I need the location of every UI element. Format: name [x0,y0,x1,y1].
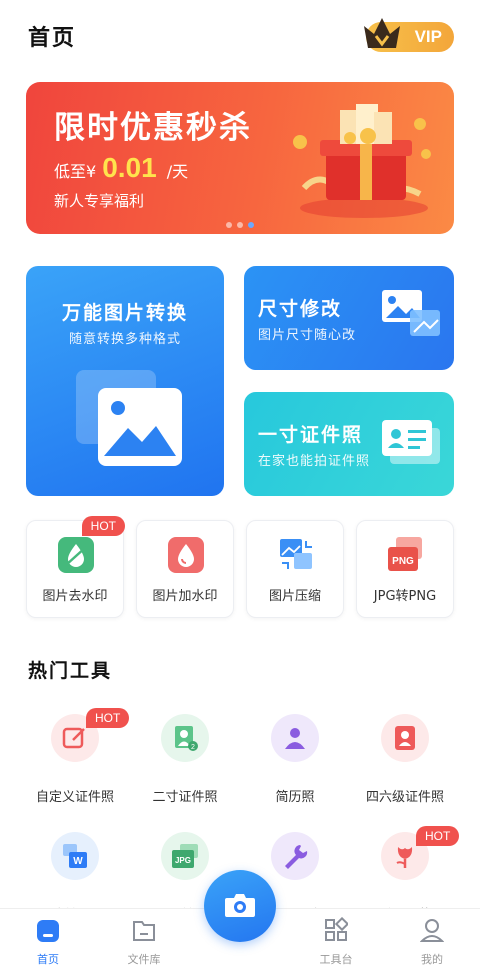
hot-tool-label: 简历照 [275,790,315,805]
tile-icon-text: PNG [392,556,414,567]
card-title: 一寸证件照 [258,424,364,446]
hot-badge: HOT [81,516,125,536]
tile-add-watermark[interactable]: 图片加水印 [136,520,234,618]
tile-label: 图片压缩 [268,589,321,604]
carousel-dot[interactable] [237,222,243,228]
grid-icon [325,917,348,941]
word-icon-text: W [73,856,83,867]
hot-tool-resume-photo[interactable]: 简历照 [240,714,350,814]
hot-tool-2inch-id-photo[interactable]: 2 二寸证件照 [130,714,240,814]
banner-price-prefix: 低至¥ [54,162,97,181]
nav-toolbox[interactable]: 工具台 [304,917,368,971]
tile-label: 图片去水印 [42,589,108,604]
id-card-icon [381,714,429,762]
hot-tool-label: 四六级证件照 [365,790,444,805]
banner-price-unit: /天 [166,162,189,181]
carousel-dot[interactable] [226,222,232,228]
card-subtitle: 随意转换多种格式 [68,332,181,347]
camera-button[interactable] [204,870,276,942]
resize-image-icon [382,290,440,336]
watermark-add-icon [168,537,204,573]
hot-tool-cet-id-photo[interactable]: 四六级证件照 [350,714,460,814]
card-subtitle: 在家也能拍证件照 [258,454,371,469]
nav-label: 我的 [421,953,443,966]
camera-icon [225,894,255,917]
watermark-remove-icon [58,537,94,573]
jpg-icon-text: JPG [175,856,191,865]
image-convert-card[interactable]: 万能图片转换 随意转换多种格式 [26,266,224,496]
header: 首页 VIP [0,0,480,70]
vip-button[interactable]: VIP [364,18,454,52]
hot-badge: HOT [416,826,460,846]
id-card-icon [382,420,440,464]
card-subtitle: 图片尺寸随心改 [258,328,357,343]
nav-home[interactable]: 首页 [16,917,80,971]
hot-tool-custom-id-photo[interactable]: HOT 自定义证件照 [20,708,130,814]
card-title: 尺寸修改 [258,298,343,320]
hot-badge: HOT [86,708,130,728]
image-icon [76,370,182,466]
hot-tool-label: 二寸证件照 [152,790,218,805]
id-photo-card[interactable]: 一寸证件照 在家也能拍证件照 [244,392,454,496]
home-icon [37,920,59,942]
tile-jpg-to-png[interactable]: PNG JPG转PNG [356,520,454,618]
section-title: 热门工具 [28,660,113,682]
nav-files[interactable]: 文件库 [112,917,176,971]
tile-label: JPG转PNG [373,589,437,604]
nav-profile[interactable]: 我的 [400,917,464,971]
repair-icon [271,832,319,880]
user-icon [420,919,444,942]
promo-banner[interactable]: 限时优惠秒杀 低至¥ 0.01 /天 新人专享福利 [26,82,454,234]
nav-label: 工具台 [319,953,353,966]
nav-label: 首页 [37,953,59,966]
resize-card[interactable]: 尺寸修改 图片尺寸随心改 [244,266,454,370]
compress-icon [280,539,312,569]
vip-label: VIP [414,27,442,46]
page-title: 首页 [28,26,77,51]
card-title: 万能图片转换 [61,302,188,324]
banner-subtitle: 新人专享福利 [54,192,145,210]
png-to-jpg-icon: JPG [161,832,209,880]
crown-icon [364,18,400,48]
jpg-to-png-icon: PNG [388,537,422,571]
hot-tool-label: 自定义证件照 [35,790,114,805]
carousel-dots[interactable] [226,222,254,228]
banner-title: 限时优惠秒杀 [54,110,252,146]
banner-price: 0.01 [102,152,157,183]
word-icon: W [51,832,99,880]
carousel-dot[interactable] [248,222,254,228]
tile-compress[interactable]: 图片压缩 [246,520,344,618]
folder-icon [133,921,155,941]
tile-label: 图片加水印 [152,589,218,604]
photo-2inch-icon: 2 [161,714,209,762]
gift-box-icon [293,104,431,218]
banner-price-row: 低至¥ 0.01 /天 [54,152,188,184]
tile-remove-watermark[interactable]: 图片去水印 HOT [26,516,125,618]
person-icon [271,714,319,762]
svg-text:2: 2 [191,744,195,751]
nav-label: 文件库 [127,953,161,966]
